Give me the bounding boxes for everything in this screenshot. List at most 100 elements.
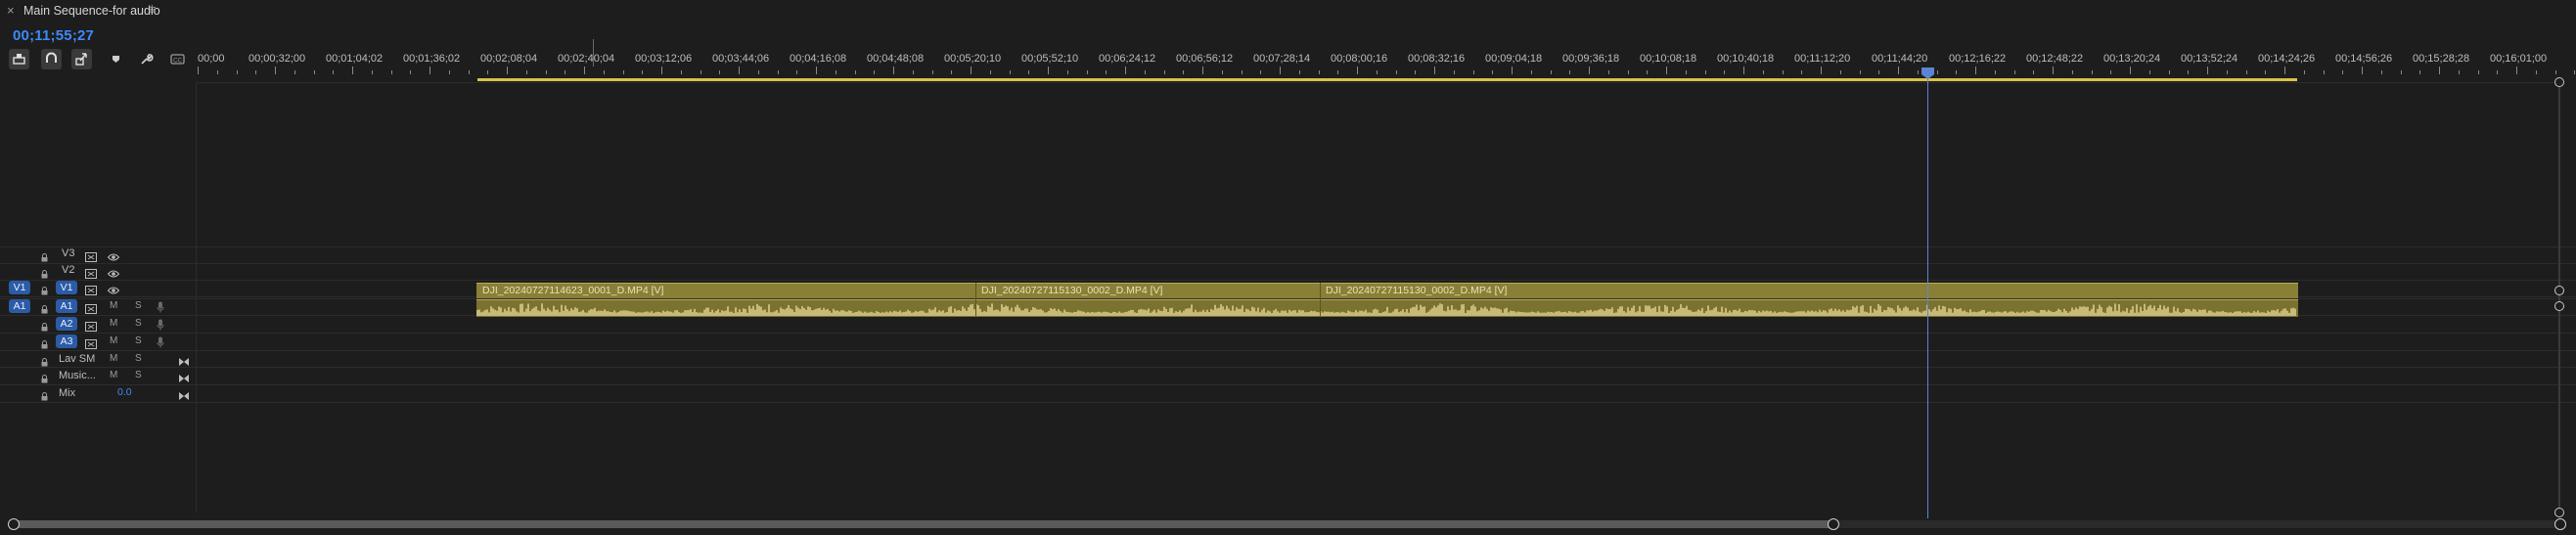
playhead-line[interactable]: [1927, 76, 1928, 518]
voice-over-mic-icon[interactable]: [157, 335, 164, 353]
ruler-tick-label: 00;04;48;08: [867, 53, 925, 65]
ruler-minor-tick: [854, 70, 856, 74]
mute-button[interactable]: M: [110, 353, 117, 364]
track-name-v3[interactable]: V3: [62, 247, 74, 259]
jump-to-end-bowtie-icon[interactable]: [178, 371, 190, 388]
vertical-zoom-bottom-handle[interactable]: [2554, 508, 2564, 517]
audio-clip[interactable]: [476, 299, 2298, 317]
ruler-minor-tick: [1859, 70, 1861, 74]
sync-lock-film-icon[interactable]: [85, 266, 97, 284]
ruler-minor-tick: [1337, 70, 1339, 74]
panel-menu-icon[interactable]: ≡: [149, 2, 157, 17]
mute-button[interactable]: M: [110, 318, 117, 329]
ruler-tick-label: 00;04;16;08: [790, 53, 847, 65]
toggle-output-eye-icon[interactable]: [107, 266, 120, 284]
jump-to-end-bowtie-icon[interactable]: [178, 388, 190, 406]
ruler-minor-tick: [1917, 70, 1919, 74]
ruler-minor-tick: [2303, 70, 2305, 74]
close-icon[interactable]: ×: [7, 3, 15, 18]
source-patch-v1[interactable]: V1: [9, 281, 30, 294]
solo-button[interactable]: S: [135, 353, 142, 364]
add-marker-icon[interactable]: [106, 49, 126, 69]
clip-label: DJI_20240727115130_0002_D.MP4 [V]: [1326, 285, 1508, 296]
clip-label: DJI_20240727115130_0002_D.MP4 [V]: [981, 285, 1163, 296]
scroll-end-handle[interactable]: [2554, 518, 2566, 530]
track-lock-icon[interactable]: [40, 371, 49, 383]
solo-button[interactable]: S: [135, 335, 142, 346]
track-name-v2[interactable]: V2: [62, 264, 74, 276]
captions-icon[interactable]: CC: [167, 49, 188, 69]
solo-button[interactable]: S: [135, 300, 142, 311]
jump-to-end-bowtie-icon[interactable]: [178, 354, 190, 372]
track-lock-icon[interactable]: [40, 249, 49, 262]
mute-button[interactable]: M: [110, 335, 117, 346]
ruler-tick-label: 00;14;24;26: [2258, 53, 2316, 65]
ruler-minor-tick: [1066, 70, 1068, 74]
track-row-divider: [0, 367, 2576, 368]
sequence-title[interactable]: Main Sequence-for audio: [23, 4, 160, 18]
linked-selection-icon[interactable]: [71, 49, 92, 69]
ruler-minor-tick: [2535, 70, 2537, 74]
ruler-minor-tick: [1627, 70, 1629, 74]
ruler-minor-tick: [294, 70, 295, 74]
ruler-tick: [893, 67, 894, 74]
track-target-v1[interactable]: V1: [56, 281, 77, 294]
video-clip[interactable]: DJI_20240727114623_0001_D.MP4 [V]: [476, 283, 975, 298]
ruler-minor-tick: [777, 70, 779, 74]
ruler-tick-label: 00;09;04;18: [1485, 53, 1543, 65]
ruler-minor-tick: [1762, 70, 1764, 74]
ruler-tick-label: 00;13;20;24: [2103, 53, 2161, 65]
ruler-minor-tick: [2091, 70, 2093, 74]
ruler-minor-tick: [2554, 70, 2556, 74]
zoom-left-handle[interactable]: [8, 518, 20, 530]
snap-magnet-icon[interactable]: [41, 49, 62, 69]
voice-over-mic-icon[interactable]: [157, 318, 164, 335]
sync-lock-film-icon[interactable]: [85, 301, 97, 319]
mute-button[interactable]: M: [110, 300, 117, 311]
ruler-tick: [352, 67, 353, 74]
vertical-zoom-top-handle[interactable]: [2554, 77, 2564, 87]
track-lock-icon[interactable]: [40, 354, 49, 367]
track-lock-icon[interactable]: [40, 283, 49, 295]
audio-track-height-handle[interactable]: [2554, 301, 2564, 311]
playhead-handle[interactable]: [1921, 67, 1935, 80]
zoom-right-handle[interactable]: [1828, 518, 1839, 530]
sync-lock-film-icon[interactable]: [85, 319, 97, 336]
vertical-scroll-track[interactable]: [2558, 82, 2560, 513]
horizontal-scroll-thumb[interactable]: [14, 520, 1833, 528]
wrench-settings-icon[interactable]: [136, 49, 157, 69]
mix-volume-value[interactable]: 0.0: [117, 386, 132, 398]
video-clip[interactable]: DJI_20240727115130_0002_D.MP4 [V]: [1320, 283, 2298, 298]
toggle-output-eye-icon[interactable]: [107, 283, 120, 300]
svg-text:CC: CC: [173, 59, 182, 65]
ruler-minor-tick: [236, 70, 238, 74]
mute-button[interactable]: M: [110, 370, 117, 380]
track-lock-icon[interactable]: [40, 388, 49, 401]
track-lock-icon[interactable]: [40, 336, 49, 349]
insert-nest-icon[interactable]: [9, 49, 29, 69]
submix-track-name[interactable]: Music...: [59, 370, 96, 381]
voice-over-mic-icon[interactable]: [157, 300, 164, 318]
toggle-output-eye-icon[interactable]: [107, 249, 120, 267]
source-patch-a1[interactable]: A1: [9, 299, 30, 313]
track-lock-icon[interactable]: [40, 319, 49, 332]
solo-button[interactable]: S: [135, 318, 142, 329]
track-lock-icon[interactable]: [40, 266, 49, 279]
submix-track-name[interactable]: Lav SM: [59, 353, 95, 365]
track-target-a1[interactable]: A1: [56, 299, 77, 313]
track-target-a3[interactable]: A3: [56, 334, 77, 348]
solo-button[interactable]: S: [135, 370, 142, 380]
sync-lock-film-icon[interactable]: [85, 336, 97, 354]
work-area-bar[interactable]: [477, 78, 2297, 81]
mix-track-name[interactable]: Mix: [59, 387, 75, 399]
video-track-height-handle[interactable]: [2554, 286, 2564, 295]
track-target-a2[interactable]: A2: [56, 317, 77, 331]
sync-lock-film-icon[interactable]: [85, 283, 97, 300]
sync-lock-film-icon[interactable]: [85, 249, 97, 267]
panel-header: [0, 0, 2576, 22]
playhead-timecode[interactable]: 00;11;55;27: [13, 27, 94, 44]
video-clip[interactable]: DJI_20240727115130_0002_D.MP4 [V]: [975, 283, 1320, 298]
ruler-tick-label: 00;07;28;14: [1253, 53, 1311, 65]
track-lock-icon[interactable]: [40, 301, 49, 314]
ruler-tick: [1280, 67, 1281, 74]
